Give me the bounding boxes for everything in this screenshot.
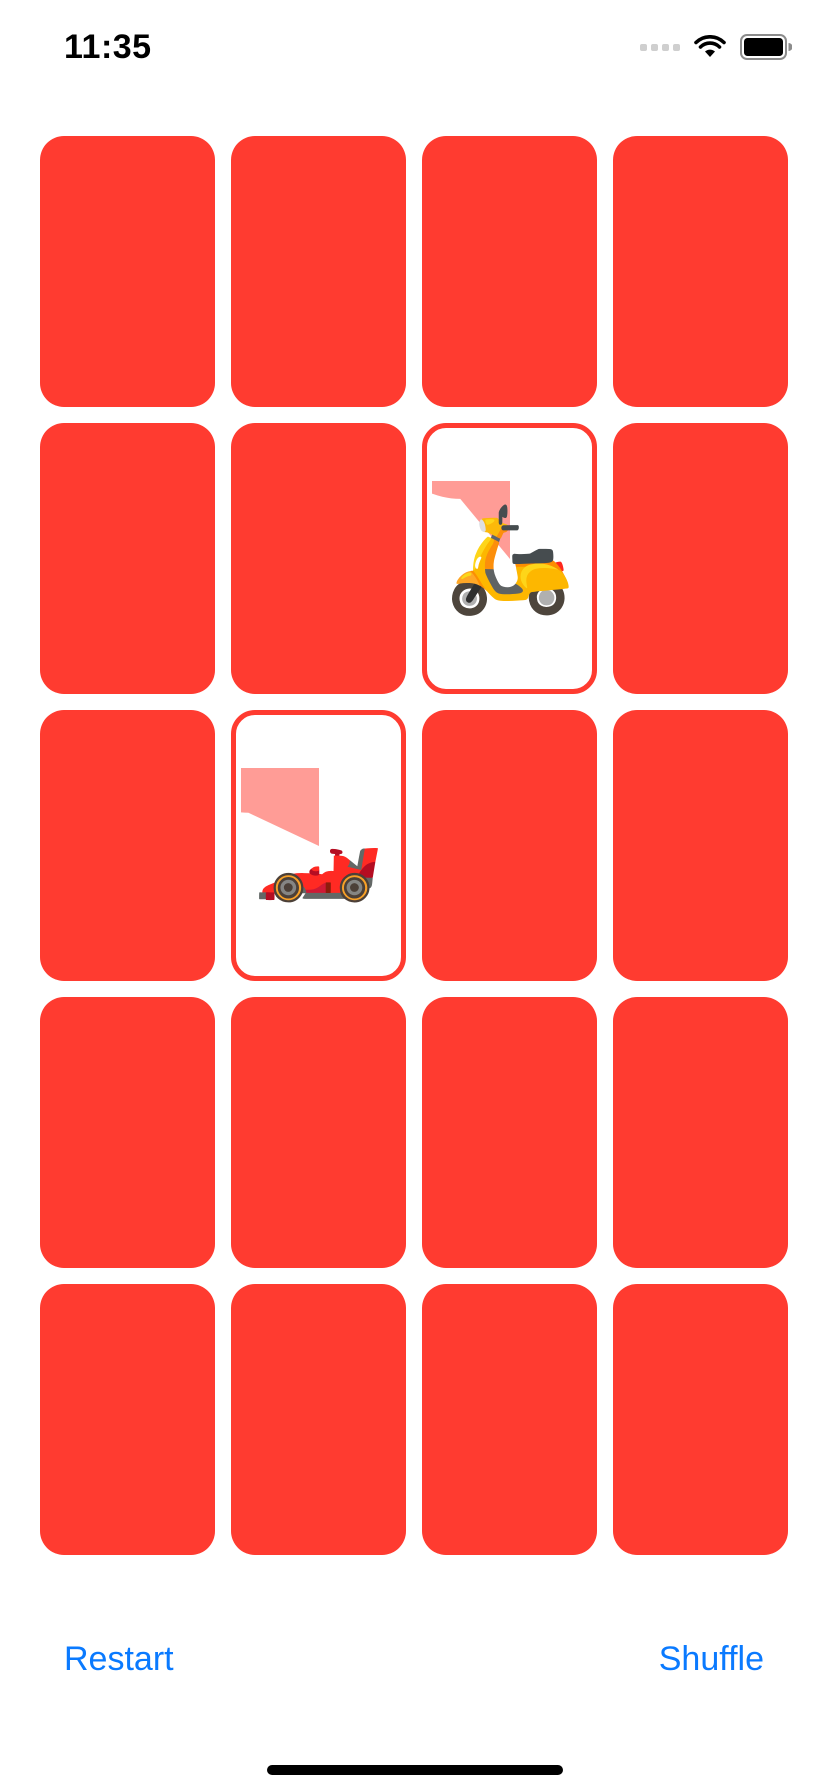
card[interactable] [613,997,788,1268]
card[interactable] [613,1284,788,1555]
battery-icon [740,34,792,60]
card[interactable] [613,710,788,981]
card-grid: 🛵 🏎️ [40,136,788,1555]
restart-button[interactable]: Restart [64,1640,174,1679]
wifi-icon [694,35,726,57]
card[interactable] [613,423,788,694]
card[interactable] [422,136,597,407]
card[interactable] [40,423,215,694]
card[interactable] [40,136,215,407]
bottom-toolbar: Restart Shuffle [0,1640,828,1700]
card[interactable] [40,710,215,981]
card-face: 🏎️ [236,715,401,976]
race-car-icon: 🏎️ [253,787,384,904]
card[interactable] [613,136,788,407]
status-bar: 11:35 [0,0,828,100]
card[interactable] [40,1284,215,1555]
card[interactable] [231,997,406,1268]
shuffle-button[interactable]: Shuffle [659,1640,764,1679]
card[interactable] [231,423,406,694]
card[interactable]: 🏎️ [231,710,406,981]
card[interactable]: 🛵 [422,423,597,694]
card-face: 🛵 [427,428,592,689]
card[interactable] [422,997,597,1268]
card[interactable] [422,710,597,981]
home-indicator [267,1765,563,1775]
card[interactable] [422,1284,597,1555]
status-time: 11:35 [64,28,152,66]
status-icons [640,34,792,60]
card[interactable] [40,997,215,1268]
card[interactable] [231,1284,406,1555]
scooter-icon: 🛵 [444,500,575,617]
signal-icon [640,43,680,51]
card[interactable] [231,136,406,407]
